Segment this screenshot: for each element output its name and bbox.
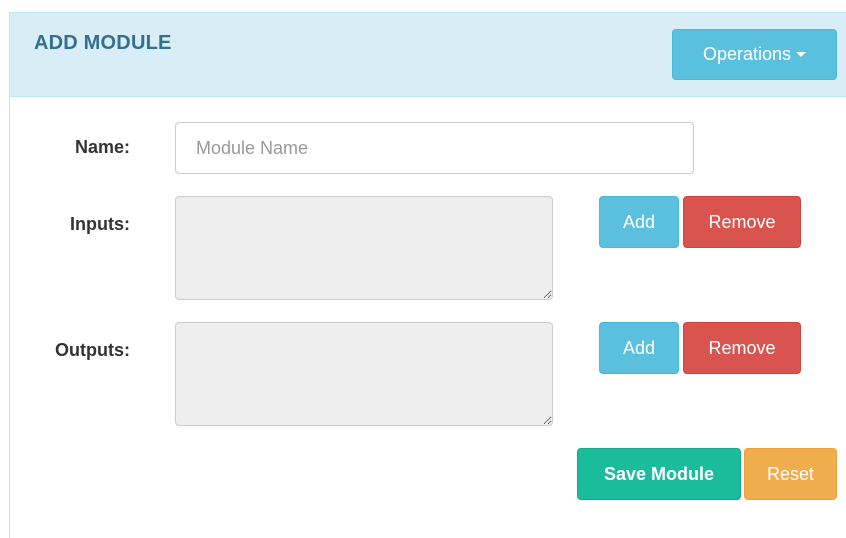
panel-heading: ADD MODULE Operations (10, 13, 846, 97)
caret-down-icon (796, 52, 807, 57)
outputs-textarea[interactable] (175, 322, 553, 426)
reset-button[interactable]: Reset (744, 448, 837, 500)
name-label: Name: (74, 137, 130, 157)
add-module-panel: ADD MODULE Operations Name: Inputs: Add … (9, 12, 846, 538)
inputs-label: Inputs: (70, 214, 130, 234)
operations-label: Operations (702, 44, 792, 64)
inputs-add-button[interactable]: Add (599, 196, 679, 248)
save-module-button[interactable]: Save Module (577, 448, 741, 500)
inputs-textarea[interactable] (175, 196, 553, 300)
outputs-add-button[interactable]: Add (599, 322, 679, 374)
operations-dropdown-button[interactable]: Operations (672, 29, 837, 80)
outputs-remove-button[interactable]: Remove (683, 322, 801, 374)
outputs-label: Outputs: (55, 340, 130, 360)
module-name-input[interactable] (175, 122, 694, 174)
panel-title: ADD MODULE (34, 32, 172, 54)
inputs-remove-button[interactable]: Remove (683, 196, 801, 248)
